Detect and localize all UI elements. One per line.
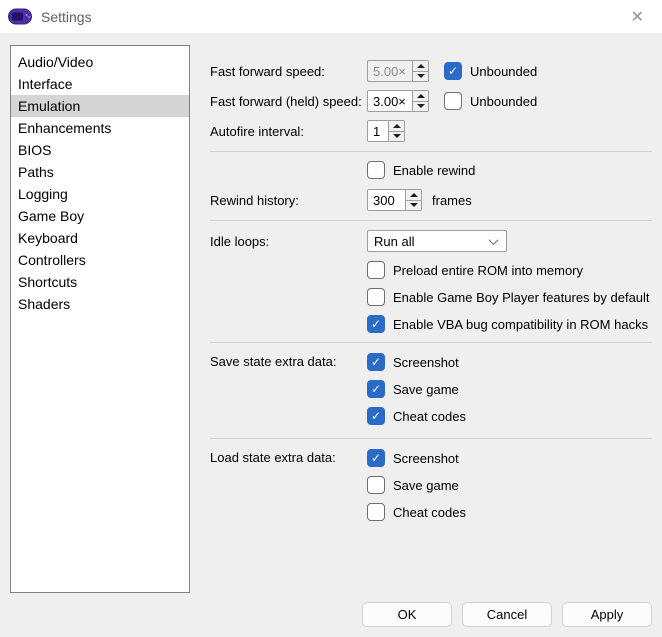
check-icon: ✓: [371, 452, 381, 464]
check-icon: ✓: [371, 410, 381, 422]
rewind-history-value: 300: [368, 190, 405, 210]
check-icon: ✓: [371, 356, 381, 368]
rewind-history-label: Rewind history:: [210, 193, 367, 208]
preload-rom-checkbox[interactable]: ✓: [367, 261, 385, 279]
load-state-extra-label: Load state extra data:: [210, 449, 367, 467]
check-icon: ✓: [448, 65, 458, 77]
game-boy-player-label: Enable Game Boy Player features by defau…: [393, 290, 650, 305]
window-title: Settings: [41, 9, 92, 25]
preload-rom-label: Preload entire ROM into memory: [393, 263, 583, 278]
save-state-screenshot-label: Screenshot: [393, 355, 459, 370]
sidebar-item-enhancements[interactable]: Enhancements: [11, 117, 189, 139]
autofire-interval-label: Autofire interval:: [210, 124, 367, 139]
sidebar-item-game-boy[interactable]: Game Boy: [11, 205, 189, 227]
fast-forward-unbounded-label: Unbounded: [470, 64, 537, 79]
load-state-screenshot-label: Screenshot: [393, 451, 459, 466]
autofire-interval-value: 1: [368, 121, 388, 141]
vba-bug-compat-checkbox[interactable]: ✓: [367, 315, 385, 333]
settings-dialog: Settings ✕ Audio/Video Interface Emulati…: [0, 0, 662, 637]
separator: [210, 438, 652, 439]
sidebar-item-shaders[interactable]: Shaders: [11, 293, 189, 315]
idle-loops-dropdown[interactable]: Run all: [367, 230, 507, 252]
emulation-settings-panel: Fast forward speed: 5.00× ✓ Unbounded Fa…: [210, 52, 652, 521]
sidebar-item-paths[interactable]: Paths: [11, 161, 189, 183]
fast-forward-held-speed-label: Fast forward (held) speed:: [210, 94, 367, 109]
load-state-cheat-codes-checkbox[interactable]: ✓: [367, 503, 385, 521]
spinner-buttons: [405, 190, 421, 210]
settings-category-list: Audio/Video Interface Emulation Enhancem…: [10, 45, 190, 593]
sidebar-item-keyboard[interactable]: Keyboard: [11, 227, 189, 249]
spin-up-icon[interactable]: [413, 61, 428, 71]
load-state-save-game-checkbox[interactable]: ✓: [367, 476, 385, 494]
save-state-save-game-label: Save game: [393, 382, 459, 397]
game-boy-player-checkbox[interactable]: ✓: [367, 288, 385, 306]
spinner-buttons: [388, 121, 404, 141]
sidebar-item-shortcuts[interactable]: Shortcuts: [11, 271, 189, 293]
fast-forward-unbounded-checkbox[interactable]: ✓: [444, 62, 462, 80]
save-state-save-game-checkbox[interactable]: ✓: [367, 380, 385, 398]
fast-forward-held-speed-spinner[interactable]: 3.00×: [367, 90, 429, 112]
fast-forward-speed-label: Fast forward speed:: [210, 64, 367, 79]
vba-bug-compat-label: Enable VBA bug compatibility in ROM hack…: [393, 317, 648, 332]
fast-forward-speed-spinner[interactable]: 5.00×: [367, 60, 429, 82]
spin-down-icon[interactable]: [406, 200, 421, 211]
load-state-screenshot-checkbox[interactable]: ✓: [367, 449, 385, 467]
enable-rewind-checkbox[interactable]: ✓: [367, 161, 385, 179]
idle-loops-label: Idle loops:: [210, 234, 367, 249]
spin-up-icon[interactable]: [406, 190, 421, 200]
spinner-buttons: [412, 91, 428, 111]
spinner-buttons: [412, 61, 428, 81]
mgba-app-icon: [8, 7, 34, 27]
save-state-extra-label: Save state extra data:: [210, 353, 367, 371]
save-state-cheat-codes-checkbox[interactable]: ✓: [367, 407, 385, 425]
sidebar-item-emulation[interactable]: Emulation: [11, 95, 189, 117]
fast-forward-held-unbounded-checkbox[interactable]: ✓: [444, 92, 462, 110]
rewind-history-spinner[interactable]: 300: [367, 189, 422, 211]
save-state-cheat-codes-label: Cheat codes: [393, 409, 466, 424]
idle-loops-selected-value: Run all: [374, 234, 414, 249]
dialog-button-row: OK Cancel Apply: [362, 602, 652, 627]
fast-forward-held-speed-value: 3.00×: [368, 91, 412, 111]
fast-forward-speed-value: 5.00×: [368, 61, 412, 81]
fast-forward-held-unbounded-label: Unbounded: [470, 94, 537, 109]
apply-button[interactable]: Apply: [562, 602, 652, 627]
spin-down-icon[interactable]: [389, 131, 404, 142]
close-icon[interactable]: ✕: [621, 5, 654, 29]
spin-up-icon[interactable]: [389, 121, 404, 131]
separator: [210, 151, 652, 152]
sidebar-item-interface[interactable]: Interface: [11, 73, 189, 95]
load-state-cheat-codes-label: Cheat codes: [393, 505, 466, 520]
sidebar-item-logging[interactable]: Logging: [11, 183, 189, 205]
separator: [210, 342, 652, 343]
cancel-button[interactable]: Cancel: [462, 602, 552, 627]
sidebar-item-audio-video[interactable]: Audio/Video: [11, 51, 189, 73]
check-icon: ✓: [371, 318, 381, 330]
spin-down-icon[interactable]: [413, 71, 428, 82]
separator: [210, 220, 652, 221]
load-state-save-game-label: Save game: [393, 478, 459, 493]
ok-button[interactable]: OK: [362, 602, 452, 627]
check-icon: ✓: [371, 383, 381, 395]
spin-up-icon[interactable]: [413, 91, 428, 101]
title-bar: Settings ✕: [0, 0, 662, 33]
save-state-screenshot-checkbox[interactable]: ✓: [367, 353, 385, 371]
enable-rewind-label: Enable rewind: [393, 163, 475, 178]
chevron-down-icon: [489, 235, 499, 245]
rewind-history-suffix: frames: [432, 193, 472, 208]
sidebar-item-bios[interactable]: BIOS: [11, 139, 189, 161]
spin-down-icon[interactable]: [413, 101, 428, 112]
autofire-interval-spinner[interactable]: 1: [367, 120, 405, 142]
sidebar-item-controllers[interactable]: Controllers: [11, 249, 189, 271]
